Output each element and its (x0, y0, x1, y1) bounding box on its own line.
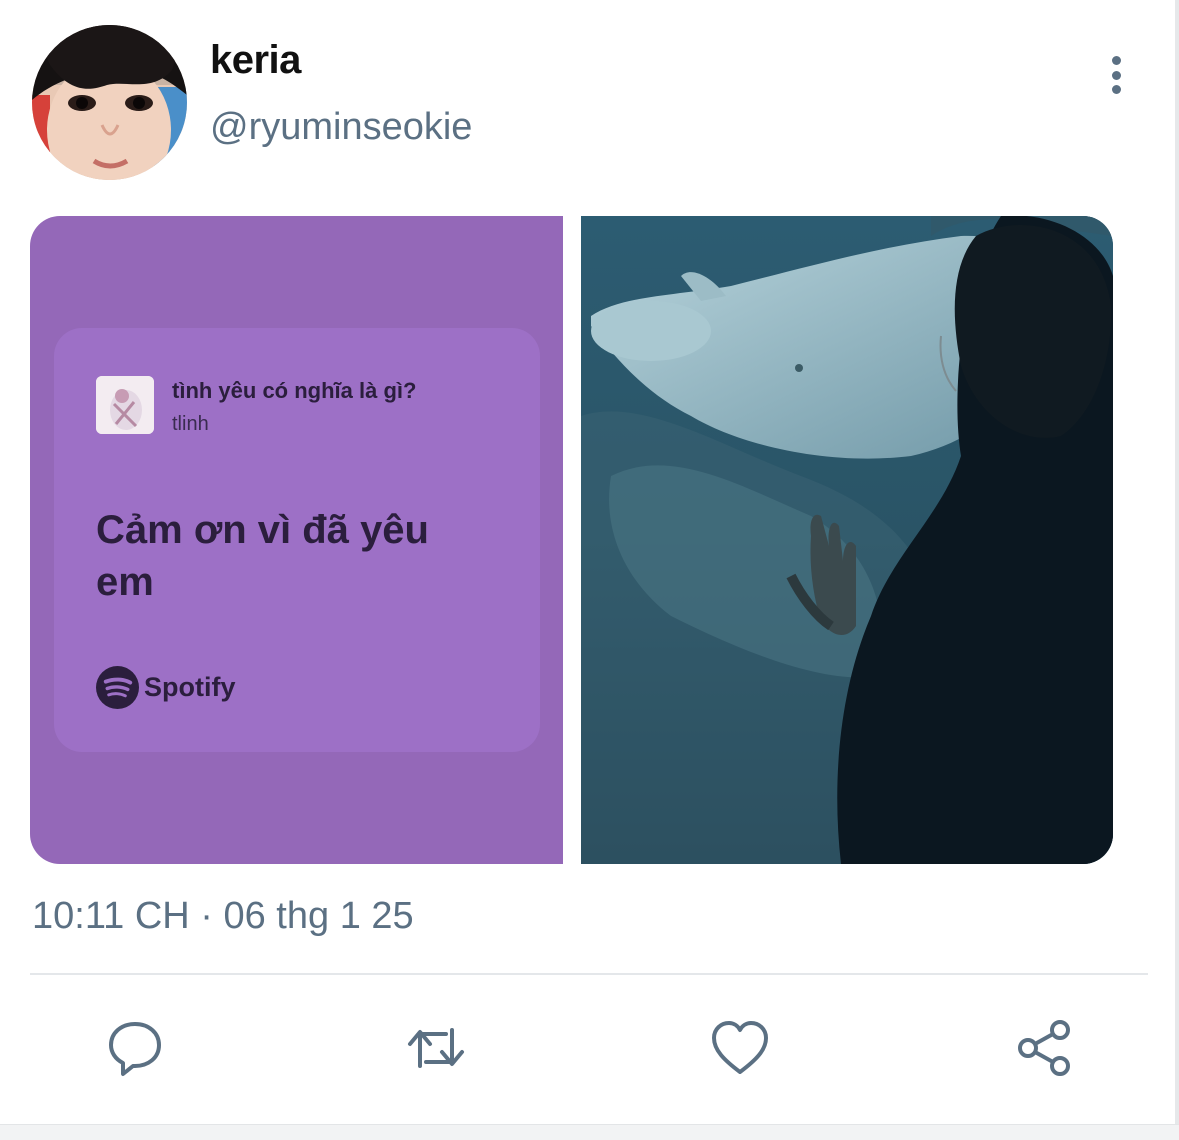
avatar[interactable] (32, 25, 187, 180)
lyric-text: Cảm ơn vì đã yêu em (96, 508, 429, 604)
aquarium-photo (581, 216, 1113, 864)
song-title: tình yêu có nghĩa là gì? (172, 378, 417, 403)
heart-icon (712, 1021, 768, 1074)
share-button[interactable] (1012, 1016, 1076, 1080)
spotify-lyrics-card: tình yêu có nghĩa là gì? tlinh Cảm ơn vì… (54, 328, 540, 752)
media-image-spotify-lyrics[interactable]: tình yêu có nghĩa là gì? tlinh Cảm ơn vì… (30, 216, 563, 864)
more-options-button[interactable] (1096, 50, 1136, 100)
divider (30, 973, 1148, 975)
bottom-edge (0, 1124, 1179, 1140)
retweet-button[interactable] (404, 1016, 468, 1080)
share-icon (1018, 1020, 1070, 1076)
like-button[interactable] (708, 1016, 772, 1080)
window-edge (1175, 0, 1179, 1140)
retweet-icon (408, 1028, 464, 1068)
tweet-timestamp[interactable]: 10:11 CH · 06 thg 1 25 (32, 895, 414, 938)
reply-icon (109, 1022, 161, 1076)
more-vertical-icon (1111, 56, 1121, 65)
album-art (96, 376, 154, 434)
display-name[interactable]: keria (210, 38, 301, 83)
user-handle[interactable]: @ryuminseokie (210, 106, 472, 149)
avatar-photo (32, 25, 187, 180)
spotify-icon (96, 666, 139, 709)
reply-button[interactable] (103, 1016, 167, 1080)
spotify-logo: Spotify (96, 666, 236, 709)
media-image-aquarium-photo[interactable] (581, 216, 1113, 864)
song-artist: tlinh (172, 413, 209, 435)
spotify-wordmark: Spotify (144, 672, 236, 702)
